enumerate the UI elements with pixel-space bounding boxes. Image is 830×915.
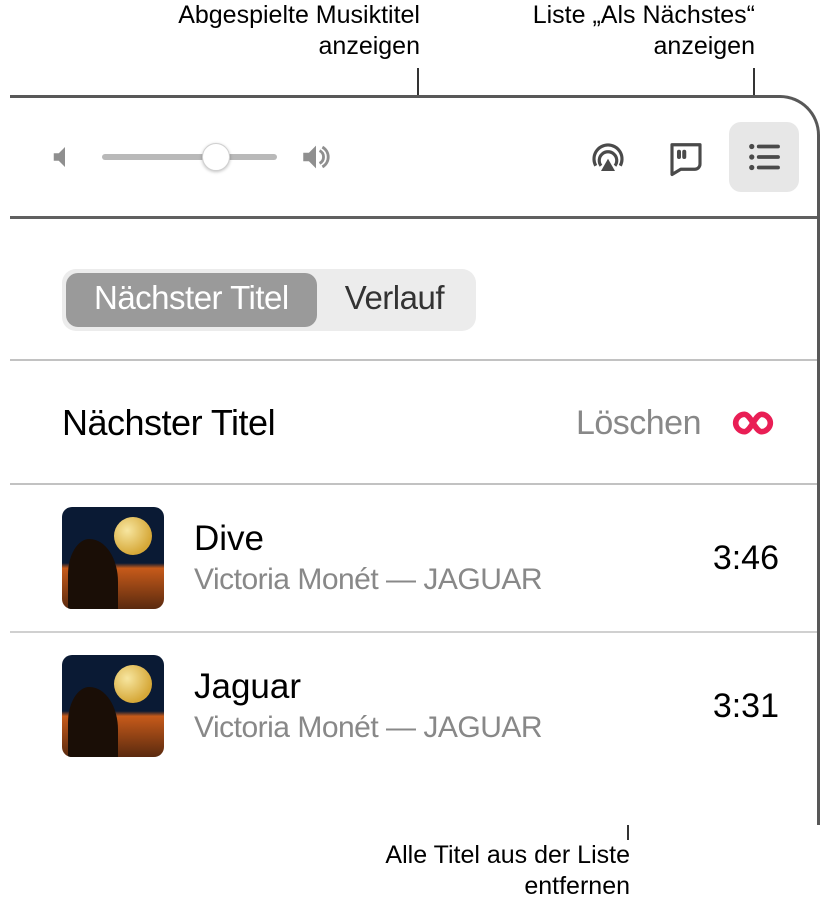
track-subtitle: Victoria Monét — JAGUAR — [194, 711, 683, 745]
airplay-button[interactable] — [573, 122, 643, 192]
autoplay-toggle[interactable] — [721, 397, 779, 449]
album-art — [62, 507, 164, 609]
track-meta: Dive Victoria Monét — JAGUAR — [194, 519, 683, 597]
clear-queue-button[interactable]: Löschen — [576, 404, 701, 443]
volume-slider-thumb[interactable] — [202, 143, 230, 171]
tab-history[interactable]: Verlauf — [317, 273, 472, 327]
lyrics-button[interactable] — [651, 122, 721, 192]
volume-high-icon — [299, 140, 333, 174]
track-title: Dive — [194, 519, 683, 559]
queue-content: Nächster Titel Verlauf Nächster Titel Lö… — [10, 216, 817, 825]
player-toolbar — [10, 98, 817, 216]
track-row[interactable]: Jaguar Victoria Monét — JAGUAR 3:31 — [10, 631, 817, 779]
section-title: Nächster Titel — [62, 402, 275, 444]
track-row[interactable]: Dive Victoria Monét — JAGUAR 3:46 — [10, 483, 817, 631]
album-art — [62, 655, 164, 757]
track-subtitle: Victoria Monét — JAGUAR — [194, 563, 683, 597]
volume-low-icon — [50, 142, 80, 172]
volume-slider[interactable] — [102, 154, 277, 160]
segmented-control: Nächster Titel Verlauf — [62, 269, 476, 331]
track-duration: 3:46 — [713, 539, 779, 578]
track-meta: Jaguar Victoria Monét — JAGUAR — [194, 667, 683, 745]
callout-history-hint: Abgespielte Musiktitel anzeigen — [100, 0, 420, 63]
tab-up-next[interactable]: Nächster Titel — [66, 273, 317, 327]
section-header: Nächster Titel Löschen — [10, 359, 817, 483]
tracks-list: Dive Victoria Monét — JAGUAR 3:46 Jaguar Vic… — [10, 483, 817, 779]
track-duration: 3:31 — [713, 687, 779, 726]
track-title: Jaguar — [194, 667, 683, 707]
queue-list-button[interactable] — [729, 122, 799, 192]
up-next-panel: Nächster Titel Verlauf Nächster Titel Lö… — [10, 95, 820, 825]
callout-queue-hint: Liste „Als Nächstes“ anzeigen — [460, 0, 755, 63]
callout-clear-hint: Alle Titel aus der Liste entfernen — [330, 840, 630, 903]
